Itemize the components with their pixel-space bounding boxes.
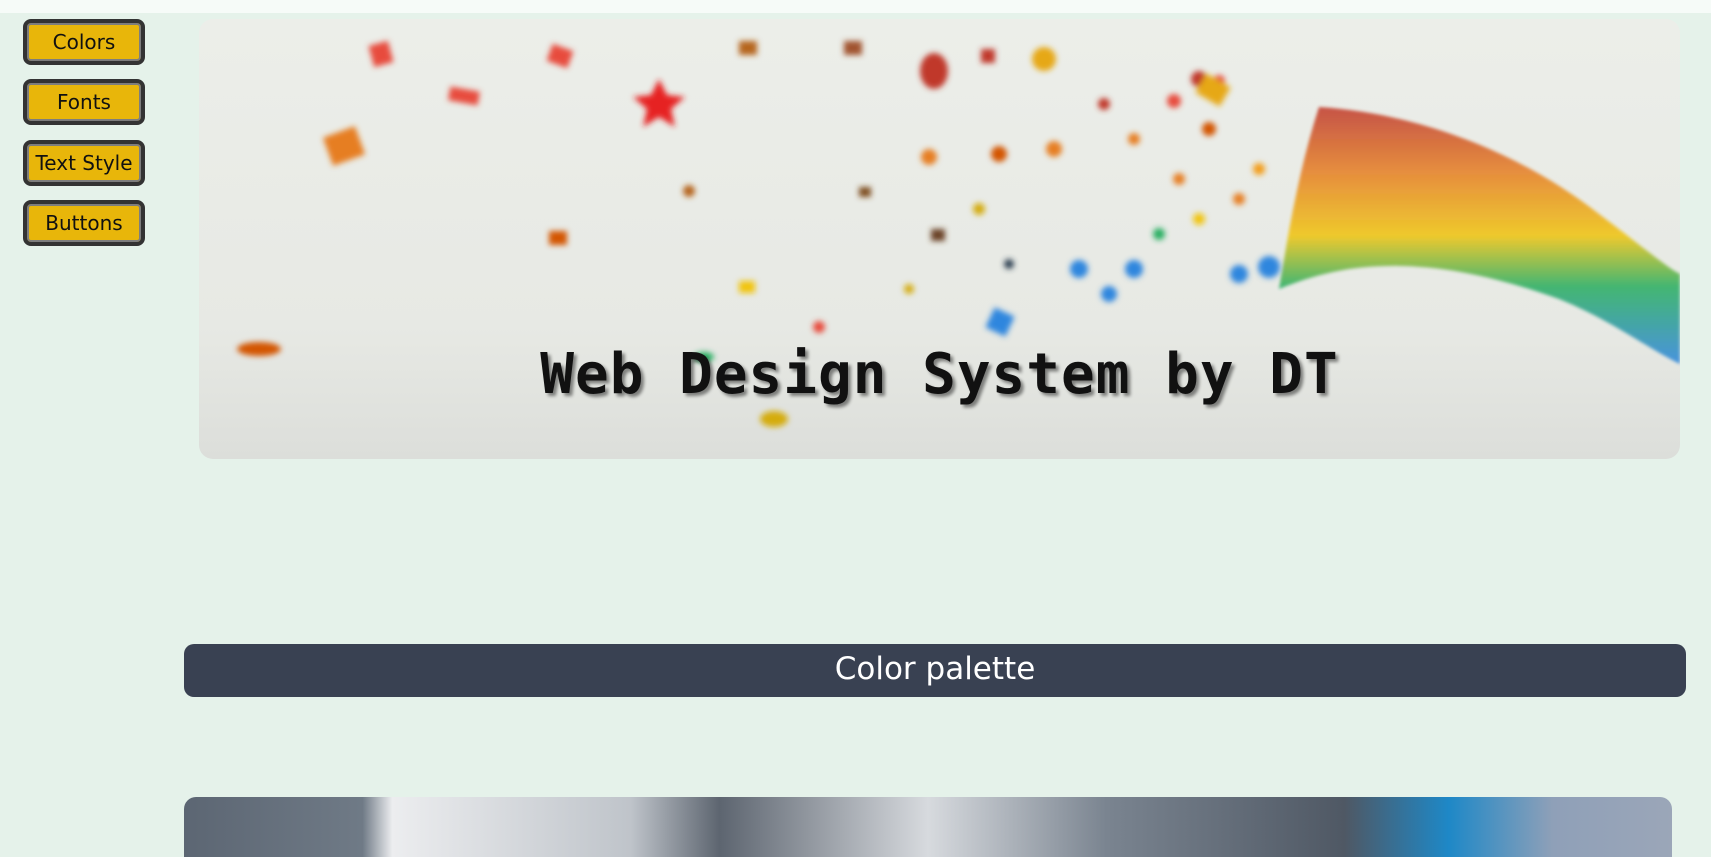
- hero-banner: Web Design System by DT: [199, 19, 1680, 459]
- hero-title: Web Design System by DT: [540, 342, 1339, 407]
- section-header-color-palette: Color palette: [184, 644, 1686, 697]
- top-strip: [0, 0, 1711, 13]
- nav-button-text-style[interactable]: Text Style: [23, 140, 145, 186]
- section-image: [184, 797, 1672, 857]
- nav-button-colors[interactable]: Colors: [23, 19, 145, 65]
- nav-button-fonts[interactable]: Fonts: [23, 79, 145, 125]
- nav-button-buttons[interactable]: Buttons: [23, 200, 145, 246]
